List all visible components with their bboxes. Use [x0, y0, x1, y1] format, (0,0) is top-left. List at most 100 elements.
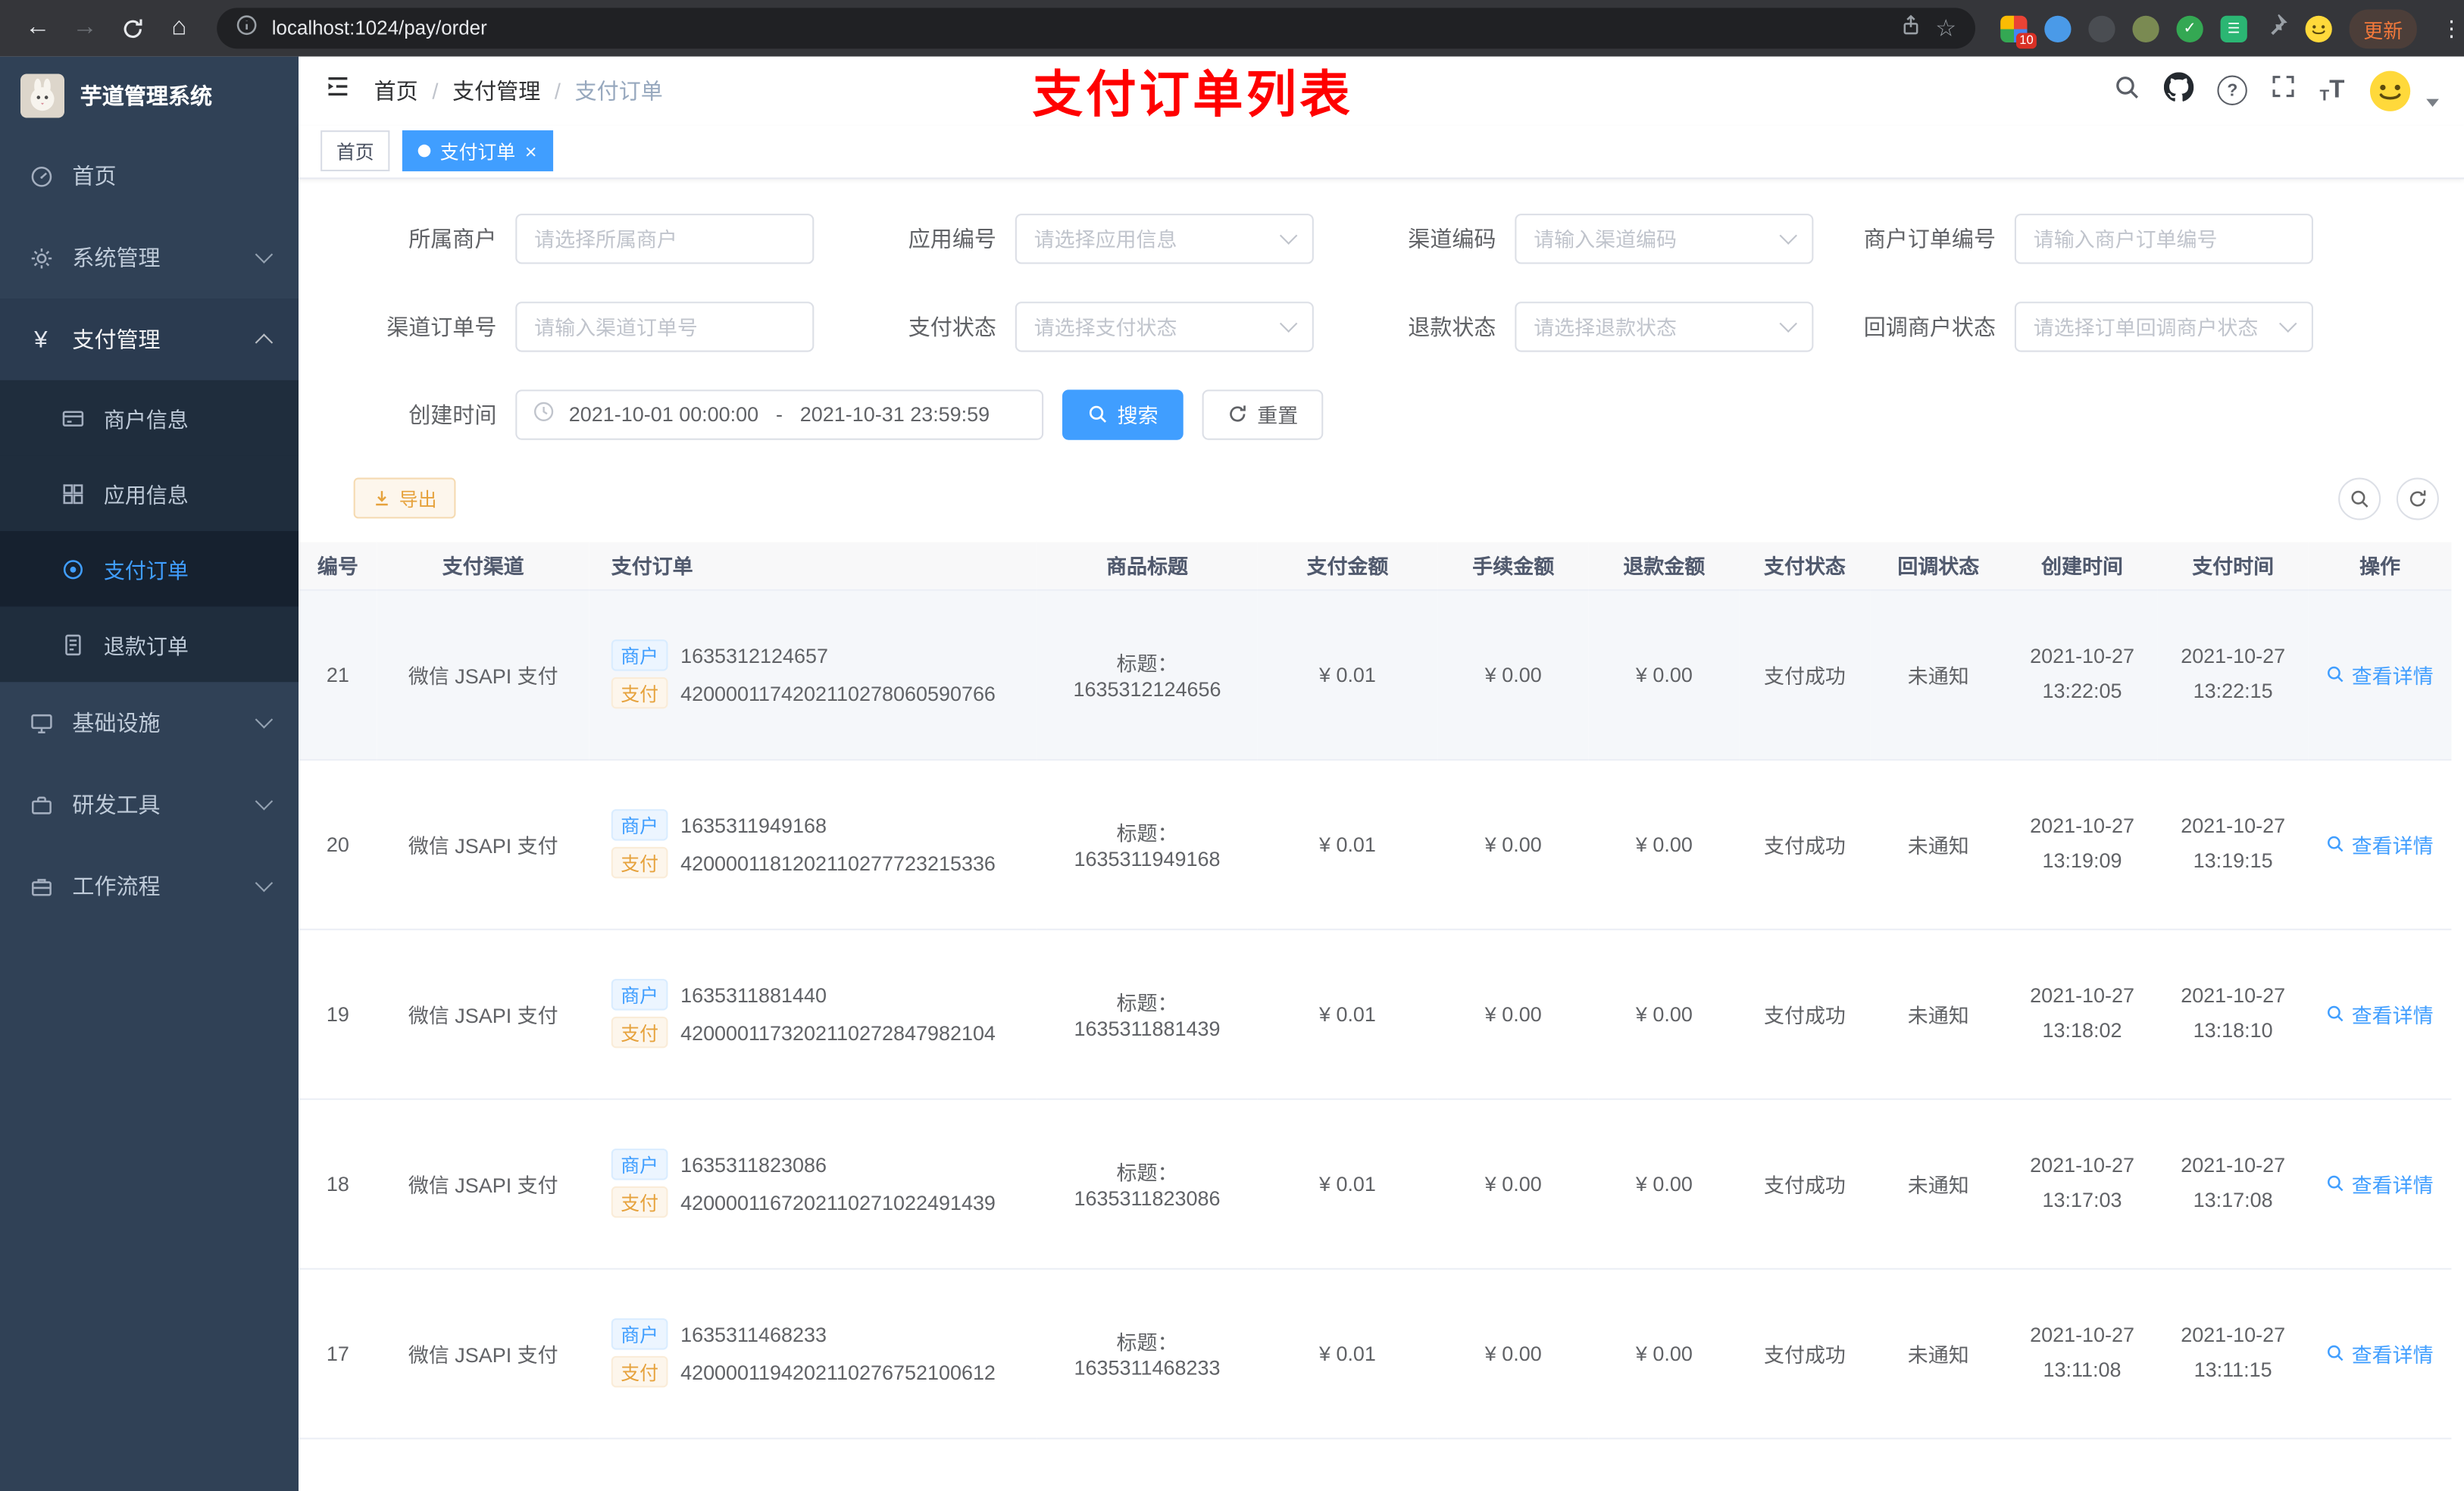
- column-header: 支付状态: [1739, 542, 1871, 591]
- browser-update-button[interactable]: 更新: [2349, 8, 2417, 48]
- cell-id: 18: [299, 1099, 377, 1270]
- table-toolbar: 导出: [299, 477, 2464, 520]
- view-detail-link[interactable]: 查看详情: [2327, 830, 2434, 859]
- toggle-search-icon[interactable]: [2338, 477, 2381, 520]
- site-info-icon[interactable]: [236, 14, 258, 43]
- filter-select[interactable]: 请选择订单回调商户状态: [2014, 302, 2313, 352]
- chevron-up-icon: [255, 333, 274, 352]
- sidebar-item-home[interactable]: 首页: [0, 135, 299, 217]
- cell-pay-order: 商户 1635311949168 支付 42000011812021102777232…: [589, 759, 1037, 930]
- merchant-tag: 商户: [611, 979, 668, 1011]
- filter-select[interactable]: 请选择应用信息: [1015, 213, 1314, 264]
- column-header: 支付时间: [2157, 542, 2309, 591]
- browser-menu-icon[interactable]: ⋮: [2434, 15, 2464, 42]
- home-icon[interactable]: ⌂: [157, 6, 201, 50]
- cell-refund: ¥ 0.00: [1588, 759, 1740, 930]
- main-content: 所属商户 请选择所属商户 应用编号 请选择应用信息 渠道编码 请输入渠道编码 商户订单编号请…: [299, 179, 2464, 1491]
- filter-label: 支付状态: [908, 314, 996, 339]
- export-button[interactable]: 导出: [353, 478, 456, 520]
- chevron-down-icon[interactable]: [2426, 98, 2439, 107]
- breadcrumb-home[interactable]: 首页: [374, 75, 418, 106]
- back-icon[interactable]: ←: [16, 6, 60, 50]
- sidebar-item-pay-order[interactable]: 支付订单: [0, 531, 299, 607]
- cell-pay-order: 商户 1635312124657 支付 42000011742021102780605…: [589, 589, 1037, 761]
- collapse-sidebar-icon[interactable]: [324, 73, 352, 109]
- extension-check-icon[interactable]: ✓: [2176, 14, 2203, 42]
- help-icon[interactable]: ?: [2217, 76, 2248, 106]
- cell-refund: ¥ 0.00: [1588, 929, 1740, 1100]
- cell-amount: ¥ 0.01: [1257, 1268, 1438, 1439]
- sidebar-item-devtools[interactable]: 研发工具: [0, 764, 299, 846]
- cell-id: [299, 1438, 377, 1491]
- gear-icon: [28, 246, 53, 270]
- column-header: 支付订单: [589, 542, 1037, 591]
- cell-action: 查看详情: [2308, 589, 2452, 761]
- logo-image: [20, 73, 65, 118]
- sidebar-item-refund-order[interactable]: 退款订单: [0, 606, 299, 683]
- close-icon[interactable]: ×: [525, 142, 537, 162]
- view-detail-link[interactable]: 查看详情: [2327, 1339, 2434, 1368]
- avatar[interactable]: [2368, 69, 2412, 114]
- cell-pay-time: [2157, 1438, 2309, 1491]
- cell-action: 查看详情: [2308, 1099, 2452, 1270]
- filter-input[interactable]: 请输入渠道订单号: [515, 302, 815, 352]
- sidebar-item-workflow[interactable]: 工作流程: [0, 846, 299, 927]
- extension-icon[interactable]: 10: [2000, 14, 2037, 48]
- breadcrumb-pay-management[interactable]: 支付管理: [452, 75, 540, 106]
- refresh-table-icon[interactable]: [2396, 477, 2439, 520]
- cell-pay-time: 2021-10-27 13:11:15: [2157, 1268, 2309, 1439]
- filter-label-create-time: 创建时间: [408, 402, 497, 427]
- chevron-down-icon: [1779, 227, 1797, 245]
- cell-amount: ¥ 0.01: [1257, 589, 1438, 761]
- address-bar[interactable]: localhost:1024/pay/order ☆: [217, 8, 1976, 49]
- cell-id: 21: [299, 589, 377, 761]
- cell-title: 标题：1635311823086: [1037, 1099, 1258, 1270]
- forward-icon[interactable]: →: [63, 6, 107, 50]
- view-detail-link[interactable]: 查看详情: [2327, 1169, 2434, 1199]
- extension-dark-icon[interactable]: [2088, 14, 2115, 42]
- filter-input[interactable]: 请输入商户订单编号: [2014, 213, 2313, 264]
- extension-emoji-icon[interactable]: [2305, 14, 2332, 42]
- search-icon[interactable]: [2114, 73, 2140, 108]
- cell-amount: ¥ 0.01: [1257, 929, 1438, 1100]
- github-icon[interactable]: [2164, 72, 2194, 110]
- cell-pay-time: 2021-10-27 13:17:08: [2157, 1099, 2309, 1270]
- filter-label: 商户订单编号: [1863, 226, 1996, 252]
- sidebar-item-app-info[interactable]: 应用信息: [0, 455, 299, 532]
- extension-olive-icon[interactable]: [2132, 14, 2159, 42]
- share-icon[interactable]: [1900, 14, 1921, 43]
- app-logo: 芋道管理系统: [0, 57, 299, 136]
- filter-select[interactable]: 请选择退款状态: [1515, 302, 1814, 352]
- tag-pay-order[interactable]: 支付订单 ×: [402, 131, 553, 172]
- cell-fee: ¥ 0.00: [1437, 929, 1589, 1100]
- tag-home[interactable]: 首页: [321, 131, 390, 172]
- filter-select[interactable]: 请输入渠道编码: [1515, 213, 1814, 264]
- pin-icon[interactable]: [2265, 13, 2288, 44]
- reset-button[interactable]: 重置: [1202, 389, 1324, 440]
- bookmark-star-icon[interactable]: ☆: [1935, 14, 1956, 42]
- chevron-down-icon: [1779, 314, 1797, 333]
- merchant-tag: 商户: [611, 639, 668, 672]
- extension-chat-icon[interactable]: ☰: [2220, 14, 2247, 42]
- cell-refund: [1588, 1438, 1740, 1491]
- extension-drop-icon[interactable]: [2044, 14, 2072, 42]
- font-size-icon[interactable]: TT: [2319, 77, 2344, 105]
- reload-icon[interactable]: [110, 6, 154, 50]
- date-range-picker[interactable]: 2021-10-01 00:00:00 - 2021-10-31 23:59:5…: [515, 389, 1044, 440]
- cell-title: 标题：1635312124656: [1037, 589, 1258, 761]
- cell-create-time: 2021-10-27 13:18:02: [2006, 929, 2158, 1100]
- sidebar-item-system[interactable]: 系统管理: [0, 217, 299, 299]
- filter-input[interactable]: 请选择所属商户: [515, 213, 815, 264]
- view-detail-link[interactable]: 查看详情: [2327, 999, 2434, 1029]
- column-header: 操作: [2308, 542, 2452, 591]
- cell-create-time: 2021-10-27 13:19:09: [2006, 759, 2158, 930]
- sidebar-item-merchant-info[interactable]: 商户信息: [0, 380, 299, 456]
- filter-select[interactable]: 请选择支付状态: [1015, 302, 1314, 352]
- sidebar-item-infra[interactable]: 基础设施: [0, 682, 299, 764]
- cell-pay-order: 商户1635311151736: [589, 1438, 1037, 1491]
- view-detail-link[interactable]: 查看详情: [2327, 660, 2434, 689]
- fullscreen-icon[interactable]: [2271, 74, 2296, 108]
- search-button[interactable]: 搜索: [1062, 389, 1184, 440]
- target-icon: [60, 557, 85, 580]
- sidebar-item-pay[interactable]: ¥ 支付管理: [0, 299, 299, 380]
